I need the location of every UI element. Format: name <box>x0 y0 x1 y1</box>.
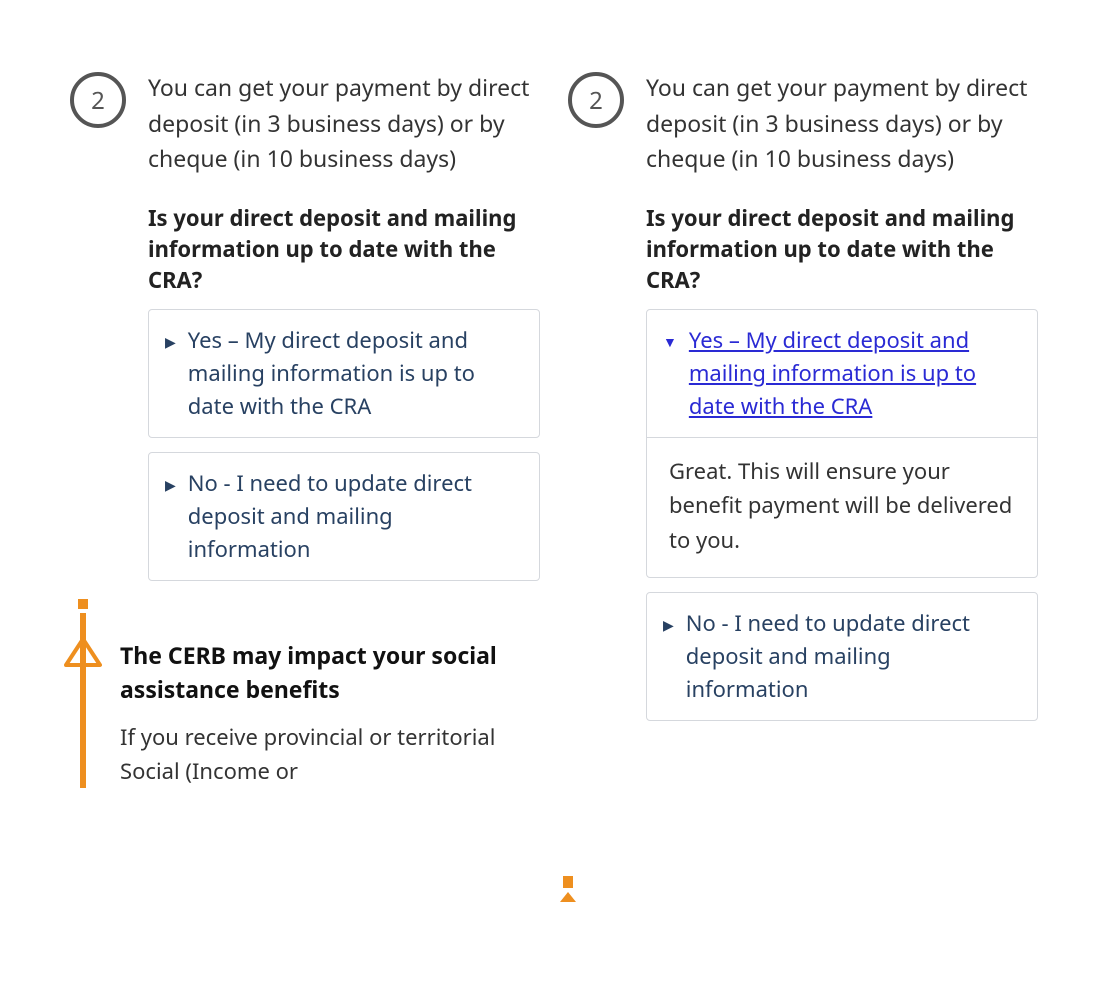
warning-title: The CERB may impact your social assistan… <box>120 639 540 706</box>
option-yes-collapsed: ▶ Yes – My direct deposit and mailing in… <box>148 309 540 438</box>
step-number: 2 <box>91 84 105 117</box>
step-row: 2 You can get your payment by direct dep… <box>568 70 1038 735</box>
page-cut-marker <box>560 876 576 902</box>
step-question: Is your direct deposit and mailing infor… <box>646 203 1038 295</box>
option-yes-summary[interactable]: ▶ Yes – My direct deposit and mailing in… <box>149 310 539 437</box>
warning-text: If you receive provincial or territorial… <box>120 720 540 788</box>
step-number: 2 <box>589 84 603 117</box>
chevron-right-icon: ▶ <box>663 615 674 636</box>
option-yes-body: Great. This will ensure your benefit pay… <box>647 437 1037 576</box>
option-yes-label: Yes – My direct deposit and mailing info… <box>188 324 521 423</box>
warning-block: The CERB may impact your social assistan… <box>70 639 540 788</box>
step-number-badge: 2 <box>70 72 126 128</box>
step-description: You can get your payment by direct depos… <box>646 70 1038 177</box>
step-description: You can get your payment by direct depos… <box>148 70 540 177</box>
step-number-badge: 2 <box>568 72 624 128</box>
option-yes-label: Yes – My direct deposit and mailing info… <box>689 324 1019 423</box>
option-no-label: No - I need to update direct deposit and… <box>686 607 1019 706</box>
option-no-collapsed: ▶ No - I need to update direct deposit a… <box>646 592 1038 721</box>
chevron-right-icon: ▶ <box>165 475 176 496</box>
option-no-label: No - I need to update direct deposit and… <box>188 467 521 566</box>
column-right: 2 You can get your payment by direct dep… <box>568 70 1058 788</box>
option-yes-expanded: ▼ Yes – My direct deposit and mailing in… <box>646 309 1038 577</box>
step-row: 2 You can get your payment by direct dep… <box>70 70 540 595</box>
step-question: Is your direct deposit and mailing infor… <box>148 203 540 295</box>
warning-icon <box>64 637 102 667</box>
column-left: 2 You can get your payment by direct dep… <box>70 70 560 788</box>
chevron-down-icon: ▼ <box>663 332 677 353</box>
option-no-summary[interactable]: ▶ No - I need to update direct deposit a… <box>647 593 1037 720</box>
option-no-summary[interactable]: ▶ No - I need to update direct deposit a… <box>149 453 539 580</box>
chevron-right-icon: ▶ <box>165 332 176 353</box>
option-no-collapsed: ▶ No - I need to update direct deposit a… <box>148 452 540 581</box>
option-yes-summary[interactable]: ▼ Yes – My direct deposit and mailing in… <box>647 310 1037 437</box>
